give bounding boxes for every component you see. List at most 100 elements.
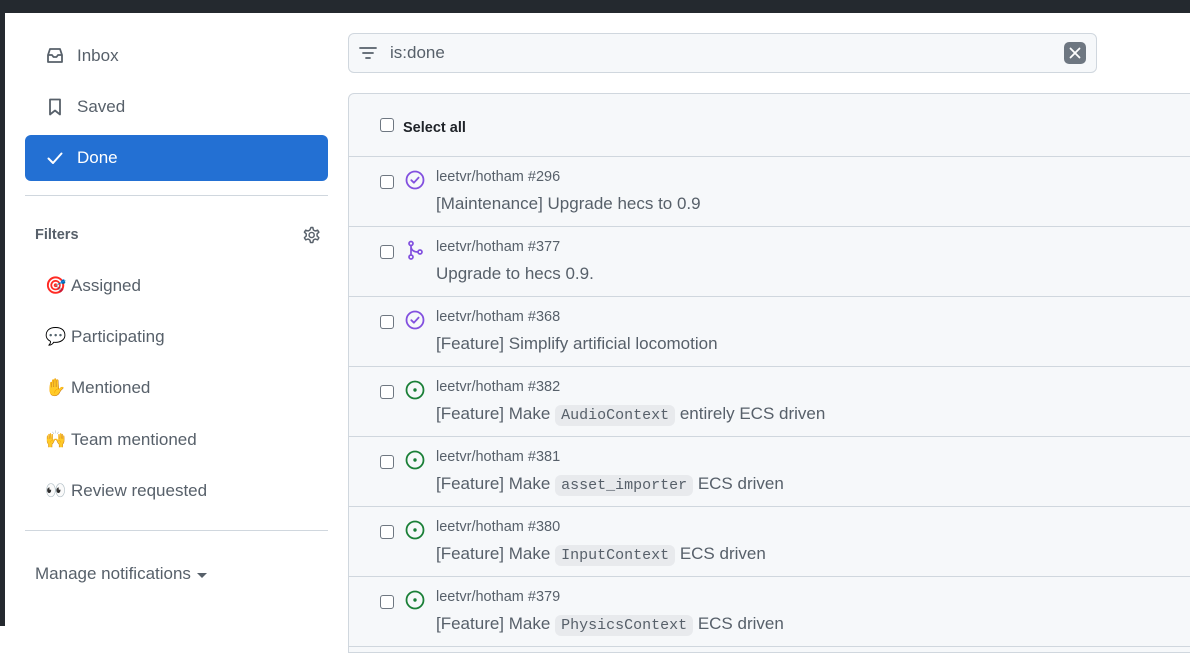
filter-team-mentioned[interactable]: 🙌 Team mentioned [25, 414, 328, 465]
notification-list: Select all leetvr/hotham #296 [Maintenanc… [348, 93, 1190, 653]
issue-open-icon [404, 589, 426, 611]
target-icon: 🎯 [45, 275, 67, 295]
pr-merged-icon [404, 239, 426, 261]
sidebar-item-label: Inbox [77, 46, 119, 65]
issue-closed-icon [404, 309, 426, 331]
filter-label: Participating [71, 326, 165, 346]
title-pre: [Feature] Simplify artificial locomotion [436, 334, 718, 353]
sidebar: Inbox Saved Done Filters 🎯 Assigned 💬 Pa… [25, 33, 328, 598]
notification-text: leetvr/hotham #296 [Maintenance] Upgrade … [436, 169, 701, 226]
title-post: ECS driven [675, 544, 766, 563]
title-post: ECS driven [693, 614, 784, 633]
filter-label: Review requested [71, 480, 208, 500]
filter-review-requested[interactable]: 👀 Review requested [25, 465, 328, 516]
code-snippet: InputContext [555, 545, 676, 566]
search-bar [348, 33, 1097, 73]
row-checkbox[interactable] [380, 455, 394, 469]
code-snippet: AudioContext [555, 405, 676, 426]
sidebar-item-saved[interactable]: Saved [25, 84, 328, 130]
notification-text: leetvr/hotham #382 [Feature] Make AudioCo… [436, 379, 825, 436]
caret-down-icon [196, 573, 207, 579]
filter-label: Assigned [71, 275, 141, 295]
row-checkbox[interactable] [380, 245, 394, 259]
title-pre: Upgrade to hecs 0.9. [436, 264, 594, 283]
check-icon [45, 148, 65, 168]
notification-row[interactable]: leetvr/hotham #296 [Maintenance] Upgrade … [349, 157, 1190, 227]
title-pre: [Maintenance] Upgrade hecs to 0.9 [436, 194, 701, 213]
left-edge [0, 0, 5, 626]
select-all-checkbox[interactable] [380, 118, 394, 132]
title-pre: [Feature] Make [436, 614, 556, 633]
select-all-label: Select all [403, 120, 466, 136]
issue-open-icon [404, 449, 426, 471]
manage-notifications-label: Manage notifications [35, 564, 191, 584]
filters-header: Filters [25, 210, 328, 260]
row-checkbox[interactable] [380, 385, 394, 399]
filter-label: Team mentioned [71, 429, 197, 449]
title-post: entirely ECS driven [675, 404, 826, 423]
search-input[interactable] [390, 43, 1064, 63]
repo-reference: leetvr/hotham #381 [436, 449, 561, 465]
repo-reference: leetvr/hotham #296 [436, 169, 561, 185]
inbox-icon [45, 46, 65, 66]
notification-text: leetvr/hotham #368 [Feature] Simplify art… [436, 309, 718, 366]
repo-reference: leetvr/hotham #380 [436, 519, 561, 535]
notification-row[interactable]: leetvr/hotham #368 [Feature] Simplify art… [349, 297, 1190, 367]
close-icon [1069, 47, 1081, 59]
notification-title[interactable]: [Maintenance] Upgrade hecs to 0.9 [436, 194, 701, 214]
speech-bubble-icon: 💬 [45, 326, 67, 346]
notification-title[interactable]: [Feature] Make asset_importer ECS driven [436, 474, 784, 496]
list-header: Select all [349, 94, 1190, 157]
top-bar [0, 0, 1190, 13]
notification-row[interactable]: leetvr/hotham #382 [Feature] Make AudioCo… [349, 367, 1190, 437]
row-checkbox[interactable] [380, 175, 394, 189]
notification-title[interactable]: Upgrade to hecs 0.9. [436, 264, 594, 284]
filters-title: Filters [35, 227, 79, 243]
title-pre: [Feature] Make [436, 544, 556, 563]
sidebar-item-done[interactable]: Done [25, 135, 328, 181]
notification-row[interactable]: leetvr/hotham #379 [Feature] Make Physics… [349, 577, 1190, 647]
notification-text: leetvr/hotham #379 [Feature] Make Physics… [436, 589, 784, 646]
gear-icon[interactable] [300, 224, 322, 246]
filter-assigned[interactable]: 🎯 Assigned [25, 260, 328, 311]
title-post: ECS driven [693, 474, 784, 493]
notification-row[interactable]: leetvr/hotham #377 Upgrade to hecs 0.9. [349, 227, 1190, 297]
filter-participating[interactable]: 💬 Participating [25, 311, 328, 362]
title-pre: [Feature] Make [436, 404, 556, 423]
raised-hand-icon: ✋ [45, 378, 67, 398]
repo-reference: leetvr/hotham #368 [436, 309, 561, 325]
issue-closed-icon [404, 169, 426, 191]
bookmark-icon [45, 97, 65, 117]
filter-icon [358, 43, 378, 63]
filter-label: Mentioned [71, 378, 151, 398]
row-checkbox[interactable] [380, 315, 394, 329]
row-checkbox[interactable] [380, 595, 394, 609]
notification-title[interactable]: [Feature] Make PhysicsContext ECS driven [436, 614, 784, 636]
repo-reference: leetvr/hotham #379 [436, 589, 561, 605]
notification-text: leetvr/hotham #381 [Feature] Make asset_i… [436, 449, 784, 506]
code-snippet: asset_importer [555, 475, 694, 496]
notification-row[interactable]: leetvr/hotham #380 [Feature] Make InputCo… [349, 507, 1190, 577]
raising-hands-icon: 🙌 [45, 429, 67, 449]
sidebar-item-inbox[interactable]: Inbox [25, 33, 328, 79]
issue-open-icon [404, 519, 426, 541]
repo-reference: leetvr/hotham #377 [436, 239, 561, 255]
manage-notifications-dropdown[interactable]: Manage notifications [25, 550, 328, 598]
notification-title[interactable]: [Feature] Make InputContext ECS driven [436, 544, 766, 566]
clear-search-button[interactable] [1064, 42, 1086, 64]
row-checkbox[interactable] [380, 525, 394, 539]
notification-title[interactable]: [Feature] Make AudioContext entirely ECS… [436, 404, 825, 426]
eyes-icon: 👀 [45, 480, 67, 500]
divider [25, 530, 328, 532]
issue-open-icon [404, 379, 426, 401]
filter-mentioned[interactable]: ✋ Mentioned [25, 363, 328, 414]
repo-reference: leetvr/hotham #382 [436, 379, 561, 395]
notification-row[interactable]: leetvr/hotham #381 [Feature] Make asset_i… [349, 437, 1190, 507]
sidebar-item-label: Done [77, 148, 118, 167]
notification-title[interactable]: [Feature] Simplify artificial locomotion [436, 334, 718, 354]
title-pre: [Feature] Make [436, 474, 556, 493]
notification-text: leetvr/hotham #380 [Feature] Make InputCo… [436, 519, 766, 576]
divider [25, 195, 328, 196]
notification-text: leetvr/hotham #377 Upgrade to hecs 0.9. [436, 239, 594, 296]
sidebar-item-label: Saved [77, 97, 126, 116]
